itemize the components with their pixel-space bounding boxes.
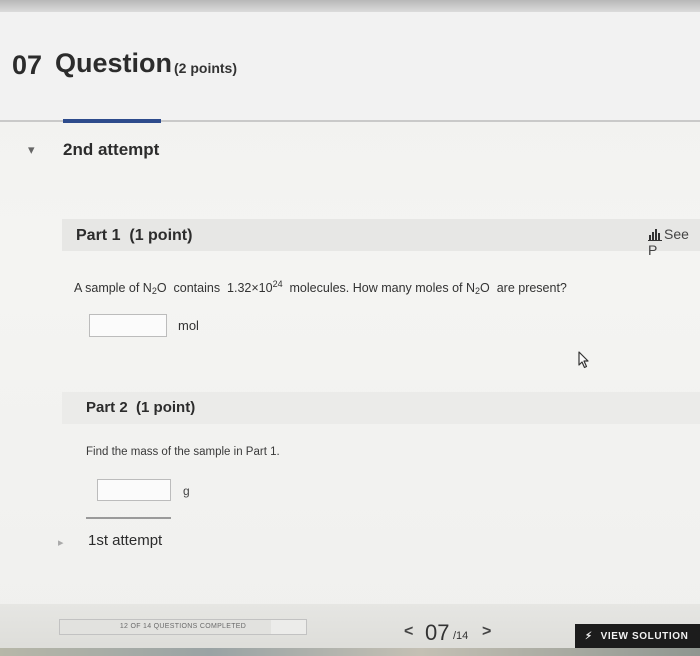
part2-points: (1 point)	[136, 399, 196, 416]
q1-text-c: molecules. How many moles of N	[282, 281, 476, 295]
question-points: (2 points)	[174, 60, 237, 76]
see-periodic-table-link[interactable]: See P	[648, 226, 700, 258]
chevron-right-icon[interactable]: ▸	[58, 536, 64, 549]
question-number: 07	[12, 50, 43, 80]
q1-text-a: A sample of N	[74, 281, 152, 295]
q1-exponent: 24	[272, 279, 283, 289]
progress-label: 12 OF 14 QUESTIONS COMPLETED	[119, 623, 247, 630]
chevron-down-icon[interactable]: ▾	[28, 142, 35, 158]
mouse-pointer-icon	[578, 351, 589, 369]
bar-chart-icon	[648, 229, 662, 241]
progress-bar: 12 OF 14 QUESTIONS COMPLETED	[59, 619, 307, 635]
moles-unit-label: mol	[178, 318, 199, 333]
current-attempt-toggle[interactable]: 2nd attempt	[63, 140, 159, 160]
chevron-left-icon[interactable]: <	[404, 623, 413, 641]
screen: 07 Question (2 points) ▾ 2nd attempt Par…	[0, 0, 700, 656]
previous-attempt-toggle[interactable]: 1st attempt	[88, 532, 162, 549]
total-questions: /14	[453, 630, 469, 642]
question-title: Question	[55, 48, 173, 78]
mass-answer-input[interactable]	[97, 479, 171, 501]
bottom-edge	[0, 648, 700, 656]
part1-question: A sample of N2O contains 1.32×1024 molec…	[74, 279, 567, 296]
q1-text-b: O contains 1.32×10	[156, 281, 273, 295]
view-solution-label: VIEW SOLUTION	[600, 630, 689, 642]
part2-question: Find the mass of the sample in Part 1.	[86, 446, 280, 458]
part2-divider	[86, 517, 171, 519]
view-solution-button[interactable]: ⚡︎ VIEW SOLUTION	[575, 624, 700, 648]
moles-answer-input[interactable]	[89, 314, 167, 337]
part1-points: (1 point)	[129, 227, 193, 244]
part2-label: Part 2	[86, 399, 128, 416]
part1-title: Part 1 (1 point)	[76, 227, 192, 245]
part1-label: Part 1	[76, 227, 121, 244]
current-question-number: 07	[425, 620, 450, 645]
part2-title: Part 2 (1 point)	[86, 399, 195, 416]
mass-unit-label: g	[183, 484, 190, 498]
attempt-tab-indicator	[63, 119, 161, 123]
window-top-edge	[0, 0, 700, 12]
q1-text-d: O are present?	[480, 281, 567, 295]
chevron-right-nav-icon[interactable]: >	[482, 623, 491, 641]
lightning-icon: ⚡︎	[585, 630, 593, 642]
